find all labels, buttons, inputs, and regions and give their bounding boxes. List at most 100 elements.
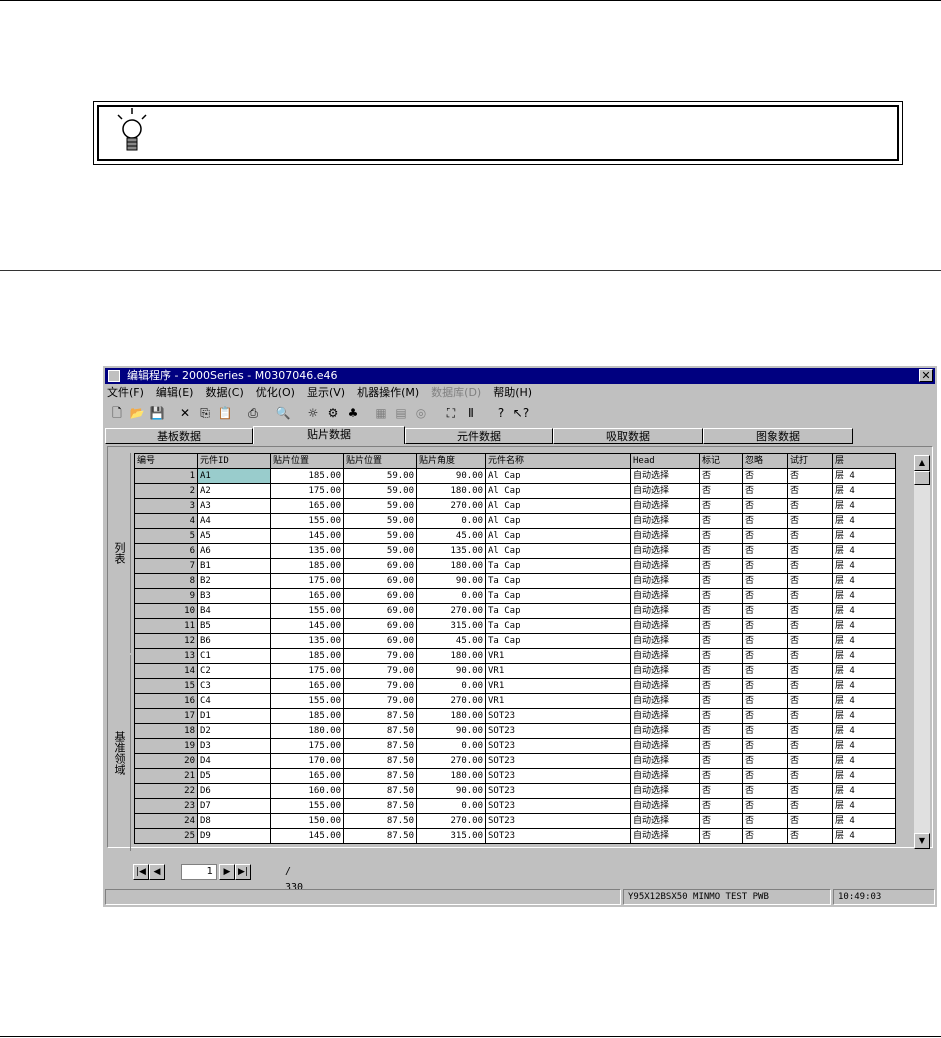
table-cell[interactable]: 自动选择 (630, 558, 700, 574)
table-cell[interactable]: 14 (134, 663, 198, 679)
table-cell[interactable]: 175.00 (270, 573, 344, 589)
table-cell[interactable]: 否 (787, 573, 833, 589)
table-cell[interactable]: 否 (742, 738, 788, 754)
table-cell[interactable]: 否 (787, 723, 833, 739)
table-cell[interactable]: 315.00 (416, 618, 486, 634)
table-cell[interactable]: A2 (197, 483, 271, 499)
table-cell[interactable]: 155.00 (270, 603, 344, 619)
new-file-icon[interactable]: 🗋 (107, 403, 127, 423)
table-cell[interactable]: 否 (787, 468, 833, 484)
table-cell[interactable]: 否 (742, 633, 788, 649)
table-cell[interactable]: 自动选择 (630, 543, 700, 559)
table-cell[interactable]: 自动选择 (630, 528, 700, 544)
table-cell[interactable]: 45.00 (416, 528, 486, 544)
table-cell[interactable]: D3 (197, 738, 271, 754)
first-record-icon[interactable]: |◀ (133, 864, 149, 880)
table-cell[interactable]: 自动选择 (630, 753, 700, 769)
table-cell[interactable]: 自动选择 (630, 723, 700, 739)
table-cell[interactable]: 层 4 (832, 558, 896, 574)
table-cell[interactable]: 否 (699, 558, 743, 574)
table-row[interactable]: 9 B3 165.00 69.00 0.00 Ta Cap 自动选择否否否层 4 (134, 588, 896, 604)
table-cell[interactable]: 3 (134, 498, 198, 514)
table-cell[interactable]: 自动选择 (630, 678, 700, 694)
component-icon[interactable]: ♣ (343, 403, 363, 423)
table-cell[interactable]: 0.00 (416, 588, 486, 604)
move-icon[interactable]: ⛶ (441, 403, 461, 423)
table-cell[interactable]: 21 (134, 768, 198, 784)
table-cell[interactable]: 180.00 (416, 648, 486, 664)
table-cell[interactable]: 否 (787, 603, 833, 619)
table-cell[interactable]: SOT23 (485, 783, 631, 799)
table-cell[interactable]: 否 (699, 603, 743, 619)
table-cell[interactable]: Ta Cap (485, 588, 631, 604)
table-cell[interactable]: 87.50 (343, 723, 417, 739)
table-cell[interactable]: Al Cap (485, 483, 631, 499)
table-cell[interactable]: 否 (787, 693, 833, 709)
table-cell[interactable]: 层 4 (832, 468, 896, 484)
table-cell[interactable]: 180.00 (416, 558, 486, 574)
table-cell[interactable]: 87.50 (343, 813, 417, 829)
table-cell[interactable]: 170.00 (270, 753, 344, 769)
table-cell[interactable]: 180.00 (270, 723, 344, 739)
table-cell[interactable]: 否 (742, 828, 788, 844)
table-cell[interactable]: 165.00 (270, 498, 344, 514)
table-cell[interactable]: 否 (787, 738, 833, 754)
table-cell[interactable]: 否 (699, 753, 743, 769)
table-cell[interactable]: 7 (134, 558, 198, 574)
table-cell[interactable]: 16 (134, 693, 198, 709)
table-cell[interactable]: 层 4 (832, 768, 896, 784)
table-cell[interactable]: 自动选择 (630, 633, 700, 649)
table-cell[interactable]: VR1 (485, 678, 631, 694)
table-cell[interactable]: 165.00 (270, 588, 344, 604)
table-cell[interactable]: 自动选择 (630, 588, 700, 604)
table-cell[interactable]: 否 (742, 693, 788, 709)
table-cell[interactable]: 180.00 (416, 483, 486, 499)
table-cell[interactable]: 层 4 (832, 828, 896, 844)
column-header-1[interactable]: 元件ID (197, 453, 271, 469)
table-cell[interactable]: 87.50 (343, 738, 417, 754)
table-cell[interactable]: 否 (699, 648, 743, 664)
table-cell[interactable]: 185.00 (270, 468, 344, 484)
table-cell[interactable]: Ta Cap (485, 573, 631, 589)
table-cell[interactable]: 59.00 (343, 483, 417, 499)
table-cell[interactable]: 层 4 (832, 678, 896, 694)
table-cell[interactable]: 59.00 (343, 498, 417, 514)
table-cell[interactable]: 270.00 (416, 693, 486, 709)
table-cell[interactable]: 否 (787, 783, 833, 799)
table-cell[interactable]: 层 4 (832, 618, 896, 634)
table-cell[interactable]: 否 (787, 618, 833, 634)
conveyor-icon[interactable]: ▤ (391, 403, 411, 423)
table-cell[interactable]: 自动选择 (630, 603, 700, 619)
table-row[interactable]: 24 D8 150.00 87.50 270.00 SOT23 自动选择否否否层 4 (134, 813, 896, 829)
table-cell[interactable]: 否 (742, 663, 788, 679)
table-cell[interactable]: 87.50 (343, 708, 417, 724)
close-button[interactable]: ✕ (919, 369, 933, 382)
table-cell[interactable]: 层 4 (832, 498, 896, 514)
table-cell[interactable]: 否 (699, 588, 743, 604)
table-cell[interactable]: 18 (134, 723, 198, 739)
table-cell[interactable]: 否 (699, 618, 743, 634)
table-cell[interactable]: 否 (699, 738, 743, 754)
table-cell[interactable]: 自动选择 (630, 498, 700, 514)
table-cell[interactable]: Ta Cap (485, 558, 631, 574)
table-cell[interactable]: 145.00 (270, 828, 344, 844)
table-cell[interactable]: 59.00 (343, 528, 417, 544)
table-cell[interactable]: B1 (197, 558, 271, 574)
table-cell[interactable]: 23 (134, 798, 198, 814)
table-cell[interactable]: 否 (699, 678, 743, 694)
table-cell[interactable]: 自动选择 (630, 468, 700, 484)
table-cell[interactable]: D9 (197, 828, 271, 844)
table-cell[interactable]: 层 4 (832, 708, 896, 724)
table-cell[interactable]: 否 (742, 708, 788, 724)
prev-record-icon[interactable]: ◀ (149, 864, 165, 880)
table-cell[interactable]: 否 (742, 813, 788, 829)
table-cell[interactable]: C2 (197, 663, 271, 679)
table-row[interactable]: 11 B5 145.00 69.00 315.00 Ta Cap 自动选择否否否层 4 (134, 618, 896, 634)
table-cell[interactable]: SOT23 (485, 798, 631, 814)
table-cell[interactable]: C3 (197, 678, 271, 694)
table-cell[interactable]: 自动选择 (630, 573, 700, 589)
find-icon[interactable]: 🔍 (273, 403, 293, 423)
table-cell[interactable]: 135.00 (270, 633, 344, 649)
feeder-icon[interactable]: ⚙ (323, 403, 343, 423)
table-cell[interactable]: 层 4 (832, 723, 896, 739)
